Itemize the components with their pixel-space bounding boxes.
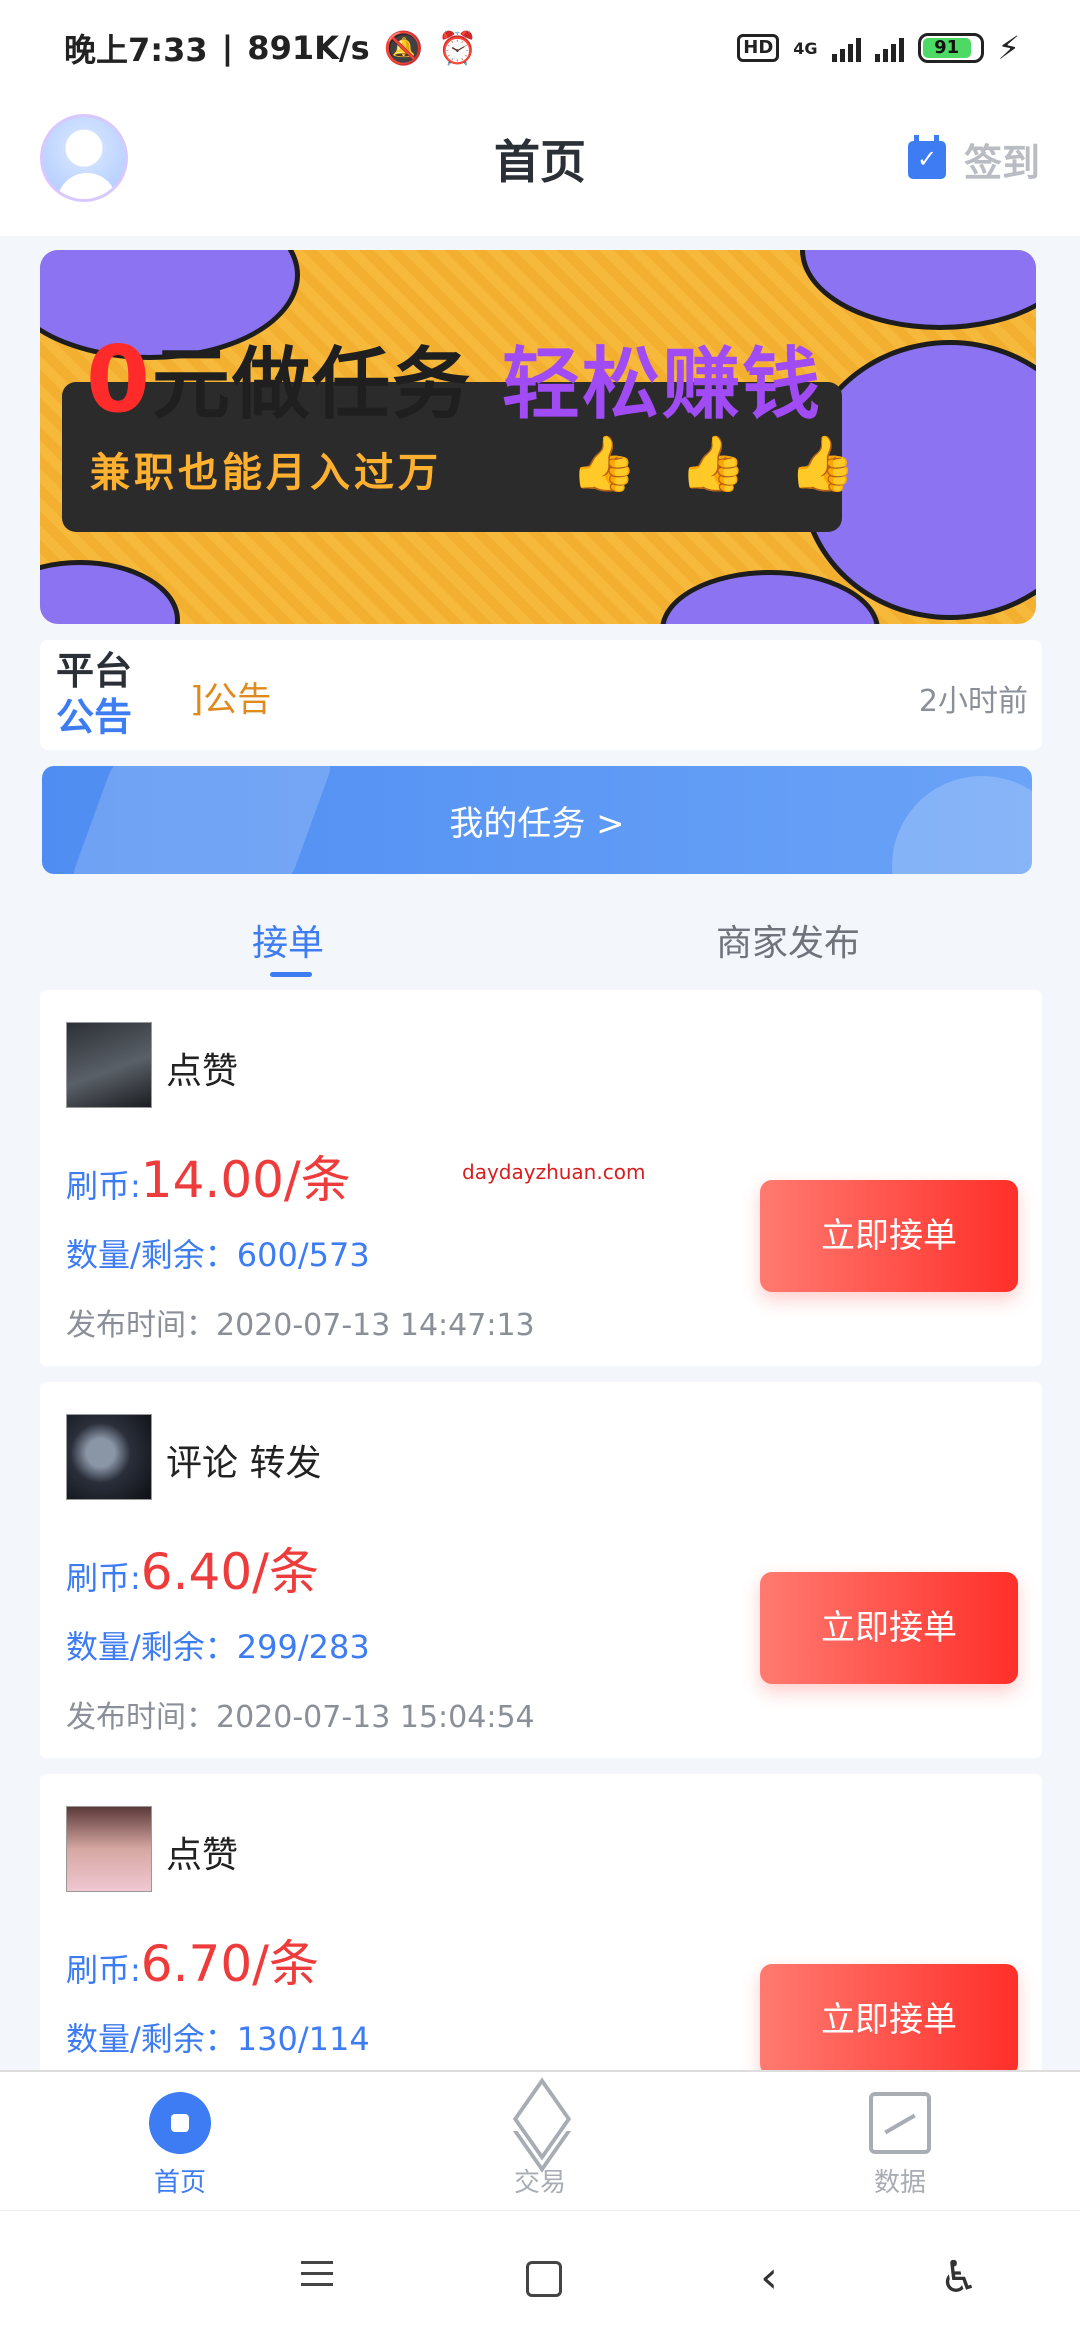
accept-order-button[interactable]: 立即接单 — [760, 1572, 1018, 1684]
home-icon — [149, 2092, 211, 2154]
calendar-check-icon — [907, 134, 946, 179]
decoration — [892, 776, 1032, 874]
menu-icon[interactable] — [292, 2253, 342, 2303]
status-bar: 晚上7:33 | 891K/s 🔕 ⏰ HD 4G 91 ⚡ — [0, 0, 1080, 96]
task-card[interactable]: 点赞 刷币:14.00/条 daydayzhuan.com 数量/剩余：600/… — [40, 990, 1042, 1366]
nav-trade[interactable]: 交易 — [460, 2092, 620, 2199]
home-square-icon[interactable] — [516, 2253, 566, 2303]
watermark: daydayzhuan.com — [462, 1160, 646, 1184]
badge-line1: 平台 — [56, 649, 133, 693]
task-price: 刷币:6.70/条 — [66, 1924, 319, 1996]
task-title: 评论 转发 — [166, 1443, 322, 1484]
signal2-icon — [874, 34, 904, 62]
task-thumbnail — [66, 1414, 152, 1500]
task-title: 点赞 — [166, 1835, 239, 1876]
task-card[interactable]: 评论 转发 刷币:6.40/条 数量/剩余：299/283 发布时间：2020-… — [40, 1382, 1042, 1758]
price-value: 6.70/条 — [140, 1935, 319, 1993]
status-left: 晚上7:33 | 891K/s 🔕 ⏰ — [64, 25, 477, 71]
signal-icon — [831, 34, 861, 62]
tab-merchant-publish[interactable]: 商家发布 — [716, 914, 860, 966]
system-navigation-bar: ‹ ♿ — [0, 2210, 1080, 2340]
price-label: 刷币: — [66, 1167, 141, 1205]
nav-data-label: 数据 — [873, 2168, 926, 2198]
battery-icon: 91 — [917, 33, 984, 63]
task-quantity: 数量/剩余：130/114 — [66, 2020, 370, 2058]
accept-order-button[interactable]: 立即接单 — [760, 1964, 1018, 2076]
nav-trade-label: 交易 — [513, 2168, 566, 2198]
signin-label: 签到 — [963, 141, 1040, 185]
price-label: 刷币: — [66, 1559, 141, 1597]
task-time: 发布时间：2020-07-13 15:04:54 — [66, 1700, 535, 1735]
banner-zero: 0 — [86, 326, 153, 433]
status-time: 晚上7:33 — [64, 31, 208, 69]
network-type: 4G — [793, 38, 818, 58]
task-price: 刷币:14.00/条 — [66, 1140, 351, 1212]
accept-order-button[interactable]: 立即接单 — [760, 1180, 1018, 1292]
cloud-decoration — [40, 560, 180, 624]
thumbs-up-icon: 👍 — [570, 432, 638, 495]
task-title: 点赞 — [166, 1051, 239, 1092]
tab-accept-orders[interactable]: 接单 — [252, 914, 324, 966]
banner-subtitle: 兼职也能月入过万 — [90, 450, 442, 496]
status-speed: 891K/s — [247, 29, 370, 67]
alarm-icon: ⏰ — [437, 29, 478, 67]
nav-home[interactable]: 首页 — [100, 2092, 260, 2199]
my-tasks-label: 我的任务 > — [449, 803, 625, 844]
bottom-navigation: 首页 交易 数据 — [0, 2070, 1080, 2210]
mute-bell-icon: 🔕 — [383, 29, 424, 67]
banner-title-text: 元做任务 — [152, 340, 473, 430]
battery-level: 91 — [922, 38, 971, 58]
thumbs-up-icon: 👍 — [788, 432, 856, 495]
price-label: 刷币: — [66, 1951, 141, 1989]
cloud-decoration — [800, 250, 1036, 330]
task-quantity: 数量/剩余：600/573 — [66, 1236, 370, 1274]
task-thumbnail — [66, 1022, 152, 1108]
banner-title: 0元做任务 轻松赚钱 — [86, 322, 822, 434]
layers-icon — [509, 2092, 571, 2154]
app-header: 首页 签到 — [0, 96, 1080, 236]
status-separator: | — [221, 29, 234, 67]
task-price: 刷币:6.40/条 — [66, 1532, 319, 1604]
task-tabs: 接单 商家发布 — [0, 900, 1080, 990]
hd-icon: HD — [737, 34, 780, 62]
price-value: 14.00/条 — [140, 1151, 351, 1209]
thumbs-up-icon: 👍 — [679, 432, 747, 495]
status-right: HD 4G 91 ⚡ — [737, 29, 1020, 67]
task-quantity: 数量/剩余：299/283 — [66, 1628, 370, 1666]
nav-data[interactable]: 数据 — [820, 2092, 980, 2199]
banner-title-highlight: 轻松赚钱 — [502, 340, 823, 430]
badge-line2: 公告 — [56, 695, 133, 739]
accessibility-icon[interactable]: ♿ — [934, 2253, 984, 2303]
price-value: 6.40/条 — [140, 1543, 319, 1601]
announcement-time: 2小时前 — [918, 684, 1028, 719]
announcement-text[interactable]: ]公告 — [190, 672, 271, 721]
task-thumbnail — [66, 1806, 152, 1892]
back-icon[interactable]: ‹ — [744, 2253, 794, 2303]
signin-button[interactable]: 签到 — [907, 132, 1040, 187]
announcement-bar[interactable]: 平台 公告 ]公告 2小时前 — [40, 640, 1042, 750]
decoration — [64, 766, 340, 874]
charging-icon: ⚡ — [997, 29, 1020, 67]
task-time: 发布时间：2020-07-13 14:47:13 — [66, 1308, 535, 1343]
thumbs-up-group: 👍 👍 👍 — [570, 432, 856, 496]
my-tasks-button[interactable]: 我的任务 > — [42, 766, 1032, 874]
tab-underline — [270, 972, 312, 977]
chart-icon — [869, 2092, 931, 2154]
announcement-badge: 平台 公告 — [56, 648, 136, 740]
promo-banner[interactable]: 0元做任务 轻松赚钱 兼职也能月入过万 👍 👍 👍 — [40, 250, 1036, 624]
nav-home-label: 首页 — [153, 2168, 206, 2198]
